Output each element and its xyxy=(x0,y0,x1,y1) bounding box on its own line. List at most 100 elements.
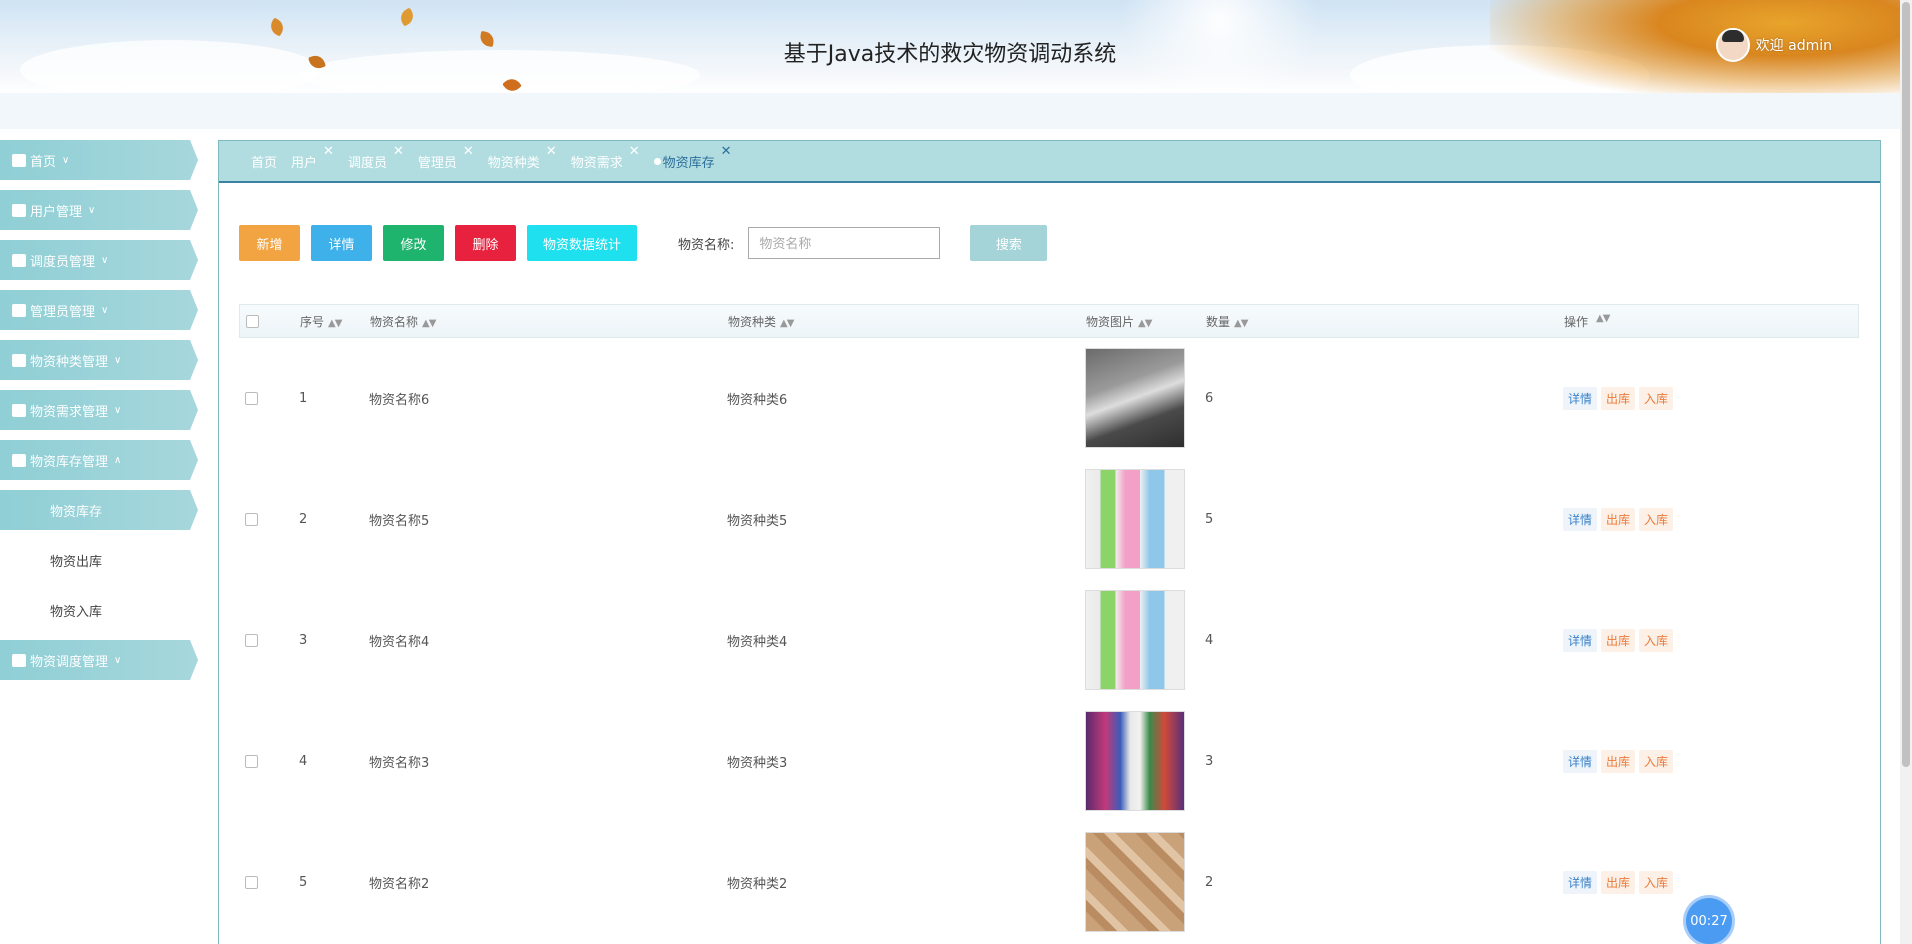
table-row[interactable]: 2 物资名称5 物资种类5 5 详情 出库 入库 xyxy=(239,459,1859,580)
sort-icon[interactable]: ▲▼ xyxy=(422,318,436,329)
header-ops[interactable]: 操作 ▲▼ xyxy=(1564,313,1858,330)
detail-button[interactable]: 详情 xyxy=(311,225,372,261)
sort-icon[interactable]: ▲▼ xyxy=(1596,313,1610,330)
row-actions: 详情 出库 入库 xyxy=(1563,870,1859,894)
sort-icon[interactable]: ▲▼ xyxy=(328,318,342,329)
tab-categories[interactable]: 物资种类 ✕ xyxy=(487,144,557,171)
table-row[interactable]: 3 物资名称4 物资种类4 4 详情 出库 入库 xyxy=(239,580,1859,701)
row-index: 1 xyxy=(299,390,308,406)
dispatcher-icon xyxy=(12,253,26,267)
row-qty: 6 xyxy=(1205,390,1214,406)
header-image[interactable]: 物资图片 ▲▼ xyxy=(1086,313,1206,330)
tab-inventory[interactable]: 物资库存 ✕ xyxy=(653,144,732,171)
sort-icon[interactable]: ▲▼ xyxy=(1138,318,1152,329)
row-inbound-button[interactable]: 入库 xyxy=(1639,749,1674,773)
app-header: 基于Java技术的救灾物资调动系统 欢迎 admin xyxy=(0,0,1912,93)
demand-icon xyxy=(12,403,26,417)
row-checkbox[interactable] xyxy=(245,391,258,405)
item-photo[interactable] xyxy=(1085,469,1185,569)
item-photo[interactable] xyxy=(1085,711,1185,811)
tab-label: 首页 xyxy=(251,155,278,171)
tab-users[interactable]: 用户 ✕ xyxy=(291,144,334,171)
sidebar-item-label: 首页 xyxy=(30,154,57,170)
user-menu[interactable]: 欢迎 admin xyxy=(1715,28,1832,62)
row-inbound-button[interactable]: 入库 xyxy=(1639,628,1674,652)
edit-button[interactable]: 修改 xyxy=(383,225,444,261)
add-button[interactable]: 新增 xyxy=(239,225,300,261)
row-outbound-button[interactable]: 出库 xyxy=(1601,507,1636,531)
stats-button[interactable]: 物资数据统计 xyxy=(527,225,637,261)
sidebar-item-users[interactable]: 用户管理 ∨ xyxy=(0,190,198,230)
table-row[interactable]: 4 物资名称3 物资种类3 3 详情 出库 入库 xyxy=(239,701,1859,822)
row-inbound-button[interactable]: 入库 xyxy=(1639,507,1674,531)
row-checkbox[interactable] xyxy=(245,754,258,768)
header-qty[interactable]: 数量 ▲▼ xyxy=(1206,313,1564,330)
row-detail-button[interactable]: 详情 xyxy=(1563,749,1598,773)
row-outbound-button[interactable]: 出库 xyxy=(1601,628,1636,652)
item-photo[interactable] xyxy=(1085,590,1185,690)
close-icon[interactable]: ✕ xyxy=(323,144,334,159)
row-checkbox[interactable] xyxy=(245,633,258,647)
leaf-decoration xyxy=(267,17,287,37)
close-icon[interactable]: ✕ xyxy=(463,144,474,159)
close-icon[interactable]: ✕ xyxy=(721,144,732,159)
table-row[interactable]: 5 物资名称2 物资种类2 2 详情 出库 入库 xyxy=(239,822,1859,943)
tab-home[interactable]: 首页 xyxy=(251,152,277,171)
header-index[interactable]: 序号 ▲▼ xyxy=(300,313,370,330)
tab-demands[interactable]: 物资需求 ✕ xyxy=(571,144,640,171)
home-icon xyxy=(12,153,26,167)
tab-dispatchers[interactable]: 调度员 ✕ xyxy=(348,144,404,171)
chevron-down-icon: ∨ xyxy=(114,404,122,416)
row-detail-button[interactable]: 详情 xyxy=(1563,507,1598,531)
sidebar-item-admins[interactable]: 管理员管理 ∨ xyxy=(0,290,198,330)
sidebar-subitem-outbound[interactable]: 物资出库 xyxy=(0,540,198,580)
row-name: 物资名称4 xyxy=(369,634,430,650)
row-checkbox[interactable] xyxy=(245,875,258,889)
vertical-scrollbar[interactable] xyxy=(1900,0,1912,944)
timer-badge[interactable]: 00:27 xyxy=(1686,898,1732,944)
sidebar: 首页 ∨ 用户管理 ∨ 调度员管理 ∨ 管理员管理 ∨ 物资种类管理 ∨ 物资需… xyxy=(0,140,200,690)
sidebar-item-dispatchers[interactable]: 调度员管理 ∨ xyxy=(0,240,198,280)
sidebar-item-categories[interactable]: 物资种类管理 ∨ xyxy=(0,340,198,380)
leaf-decoration xyxy=(397,7,417,27)
row-outbound-button[interactable]: 出库 xyxy=(1601,870,1636,894)
sidebar-item-home[interactable]: 首页 ∨ xyxy=(0,140,198,180)
row-inbound-button[interactable]: 入库 xyxy=(1639,386,1674,410)
sidebar-item-inventory[interactable]: 物资库存管理 ∧ xyxy=(0,440,198,480)
tab-label: 物资种类 xyxy=(487,155,540,171)
header-name[interactable]: 物资名称 ▲▼ xyxy=(370,313,728,330)
table-row[interactable]: 1 物资名称6 物资种类6 6 详情 出库 入库 xyxy=(239,338,1859,459)
item-photo[interactable] xyxy=(1085,832,1185,932)
row-detail-button[interactable]: 详情 xyxy=(1563,386,1598,410)
search-input[interactable] xyxy=(748,227,941,259)
row-inbound-button[interactable]: 入库 xyxy=(1639,870,1674,894)
row-detail-button[interactable]: 详情 xyxy=(1563,870,1598,894)
sidebar-item-dispatch[interactable]: 物资调度管理 ∨ xyxy=(0,640,198,680)
row-outbound-button[interactable]: 出库 xyxy=(1601,749,1636,773)
sort-icon[interactable]: ▲▼ xyxy=(780,318,794,329)
select-all-checkbox[interactable] xyxy=(246,314,259,328)
row-image-cell xyxy=(1085,832,1205,932)
tab-label: 管理员 xyxy=(417,155,457,171)
chevron-down-icon: ∨ xyxy=(114,654,122,666)
sidebar-subitem-inbound[interactable]: 物资入库 xyxy=(0,590,198,630)
row-checkbox[interactable] xyxy=(245,512,258,526)
row-image-cell xyxy=(1085,469,1205,569)
sidebar-subitem-stock[interactable]: 物资库存 xyxy=(0,490,198,530)
delete-button[interactable]: 删除 xyxy=(455,225,516,261)
row-detail-button[interactable]: 详情 xyxy=(1563,628,1598,652)
close-icon[interactable]: ✕ xyxy=(546,144,557,159)
tab-admins[interactable]: 管理员 ✕ xyxy=(417,144,474,171)
search-button[interactable]: 搜索 xyxy=(970,225,1048,261)
row-name: 物资名称5 xyxy=(369,513,430,529)
sidebar-item-label: 物资库存管理 xyxy=(30,454,109,470)
item-photo[interactable] xyxy=(1085,348,1185,448)
close-icon[interactable]: ✕ xyxy=(393,144,404,159)
row-outbound-button[interactable]: 出库 xyxy=(1601,386,1636,410)
header-type[interactable]: 物资种类 ▲▼ xyxy=(728,313,1086,330)
close-icon[interactable]: ✕ xyxy=(629,144,640,159)
sidebar-item-demands[interactable]: 物资需求管理 ∨ xyxy=(0,390,198,430)
sort-icon[interactable]: ▲▼ xyxy=(1234,318,1248,329)
scrollbar-thumb[interactable] xyxy=(1902,2,1910,767)
sidebar-item-label: 物资调度管理 xyxy=(30,654,109,670)
